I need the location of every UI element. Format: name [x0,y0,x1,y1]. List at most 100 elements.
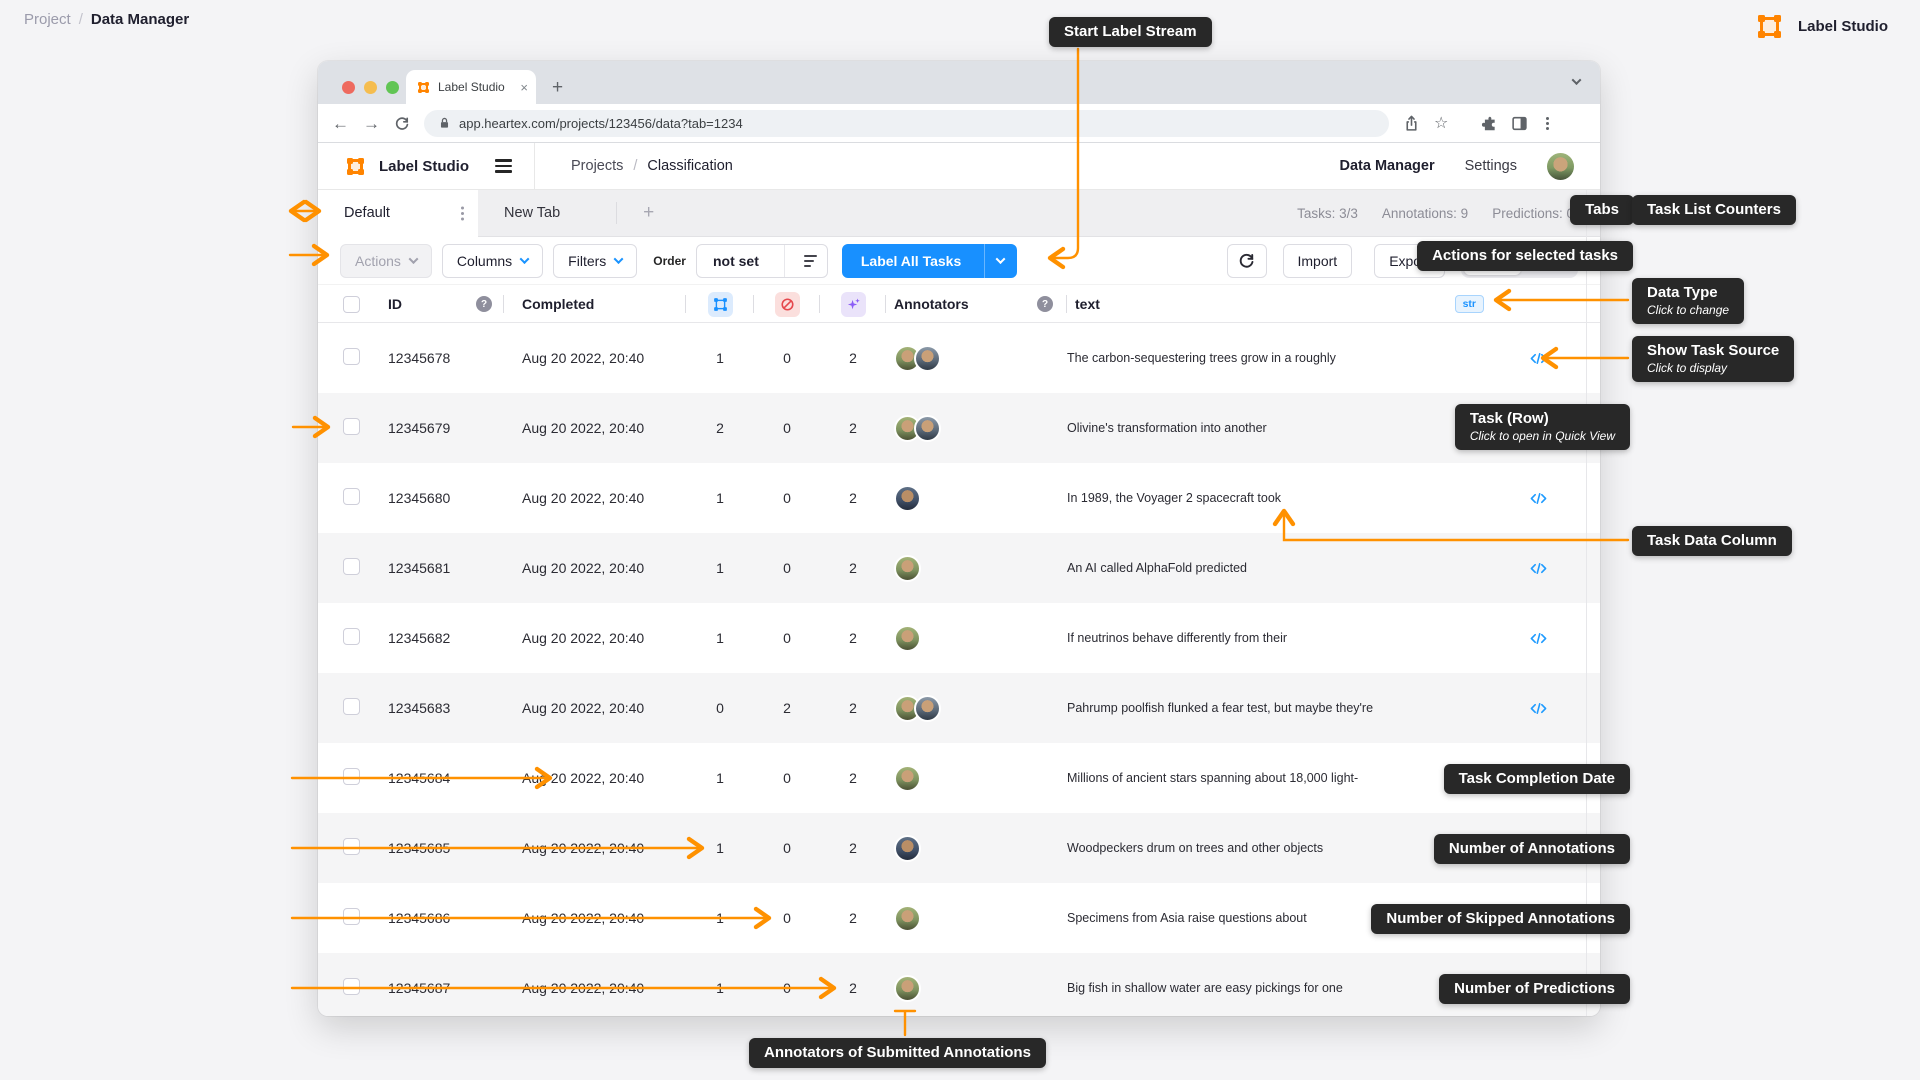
chevron-down-icon[interactable] [1571,75,1582,86]
row-checkbox[interactable] [343,978,360,995]
help-icon[interactable]: ? [1037,296,1053,312]
scrollbar-gutter[interactable] [1586,190,1587,1016]
table-row[interactable]: 12345683 Aug 20 2022, 20:40 0 2 2 Pahrum… [318,673,1600,743]
table-row[interactable]: 12345678 Aug 20 2022, 20:40 1 0 2 The ca… [318,323,1600,393]
bookmark-star-icon[interactable]: ☆ [1434,113,1448,133]
table-row[interactable]: 12345679 Aug 20 2022, 20:40 2 0 2 Olivin… [318,393,1600,463]
back-icon[interactable]: ← [332,115,349,132]
skipped-count: 2 [783,700,791,716]
side-panel-icon[interactable] [1511,115,1528,132]
show-task-source-icon[interactable] [1530,631,1547,646]
show-task-source-icon[interactable] [1530,491,1547,506]
show-task-source-icon[interactable] [1530,561,1547,576]
data-type-badge[interactable]: str [1454,295,1484,313]
task-text: An AI called AlphaFold predicted [1067,561,1247,575]
task-id: 12345687 [388,980,451,996]
window-minimize-button[interactable] [364,81,377,94]
share-icon[interactable] [1403,115,1420,132]
callout-subtitle: Click to open in Quick View [1469,429,1615,443]
lock-icon [440,117,449,128]
filters-button[interactable]: Filters [553,243,638,278]
divider [783,244,785,277]
row-checkbox[interactable] [343,418,360,435]
show-task-source-icon[interactable] [1530,351,1547,366]
refresh-button[interactable] [1226,243,1267,278]
forward-icon[interactable]: → [363,115,380,132]
row-checkbox[interactable] [343,558,360,575]
tab-new-tab[interactable]: New Tab [478,205,586,221]
columns-button[interactable]: Columns [441,243,544,278]
crumb-separator: / [633,158,638,174]
column-header-annotators[interactable]: Annotators ? [886,285,1067,323]
sort-icon[interactable] [794,254,827,267]
crumb-projects[interactable]: Projects [571,158,623,174]
column-header-id[interactable]: ID ? [380,285,504,323]
tab-close-icon[interactable]: × [520,81,528,94]
app-brand[interactable]: Label Studio [344,155,469,178]
row-checkbox[interactable] [343,698,360,715]
select-all-checkbox[interactable] [343,295,360,313]
import-button[interactable]: Import [1282,243,1353,278]
chevron-down-icon[interactable] [984,243,1016,278]
label-all-tasks-button[interactable]: Label All Tasks [841,243,1018,278]
annotators-cell [886,554,1067,582]
skipped-annotations-icon [774,291,800,317]
predictions-count: 2 [849,630,857,646]
completed-header-label: Completed [522,296,595,312]
tab-menu-icon[interactable] [461,211,464,215]
table-row[interactable]: 12345680 Aug 20 2022, 20:40 1 0 2 In 198… [318,463,1600,533]
table-row[interactable]: 12345685 Aug 20 2022, 20:40 1 0 2 Woodpe… [318,813,1600,883]
annotations-count: 1 [716,770,724,786]
row-checkbox[interactable] [343,838,360,855]
order-label: Order [653,253,686,268]
row-checkbox[interactable] [343,628,360,645]
predictions-icon [840,291,866,317]
annotator-avatar [894,484,921,512]
row-checkbox[interactable] [343,488,360,505]
column-header-predictions[interactable] [820,285,886,323]
task-completed-date: Aug 20 2022, 20:40 [522,770,645,786]
address-bar[interactable]: app.heartex.com/projects/123456/data?tab… [424,109,1389,137]
annotations-count: 1 [716,490,724,506]
callout-title: Task (Row) [1469,410,1549,427]
callout-title: Start Label Stream [1064,23,1197,40]
skipped-count: 0 [783,490,791,506]
reload-icon[interactable] [394,115,410,131]
tab-default[interactable]: Default [318,189,478,237]
browser-tab[interactable]: Label Studio × [406,70,536,104]
row-checkbox[interactable] [343,348,360,365]
window-zoom-button[interactable] [386,81,399,94]
annotation-results-icon [707,291,733,317]
row-checkbox[interactable] [343,768,360,785]
nav-data-manager[interactable]: Data Manager [1340,158,1435,174]
hamburger-menu-icon[interactable] [495,159,512,173]
help-icon[interactable]: ? [476,296,492,312]
annotator-avatar [894,904,921,932]
annotator-avatar [914,344,941,372]
order-button[interactable]: not set [695,243,828,278]
column-header-completed[interactable]: Completed [504,285,686,323]
column-header-skipped[interactable] [754,285,820,323]
task-completed-date: Aug 20 2022, 20:40 [522,560,645,576]
table-row[interactable]: 12345681 Aug 20 2022, 20:40 1 0 2 An AI … [318,533,1600,603]
column-header-text[interactable]: text str [1067,285,1498,323]
actions-button[interactable]: Actions [340,243,432,278]
breadcrumb-parent[interactable]: Project [24,11,71,28]
add-tab-button[interactable]: + [617,202,680,224]
nav-settings[interactable]: Settings [1465,158,1517,174]
extensions-puzzle-icon[interactable] [1480,115,1497,132]
show-task-source-icon[interactable] [1530,701,1547,716]
table-row[interactable]: 12345684 Aug 20 2022, 20:40 1 0 2 Millio… [318,743,1600,813]
counter-predictions: Predictions: 0 [1492,205,1574,221]
row-checkbox[interactable] [343,908,360,925]
user-avatar[interactable] [1547,152,1574,180]
skipped-count: 0 [783,980,791,996]
new-browser-tab-button[interactable]: + [552,78,563,97]
column-header-annotations[interactable] [686,285,754,323]
window-close-button[interactable] [342,81,355,94]
table-row[interactable]: 12345682 Aug 20 2022, 20:40 1 0 2 If neu… [318,603,1600,673]
table-row[interactable]: 12345687 Aug 20 2022, 20:40 1 0 2 Big fi… [318,953,1600,1016]
annotator-avatar [894,554,921,582]
label-all-tasks-label: Label All Tasks [860,252,962,269]
browser-menu-icon[interactable] [1546,121,1550,125]
